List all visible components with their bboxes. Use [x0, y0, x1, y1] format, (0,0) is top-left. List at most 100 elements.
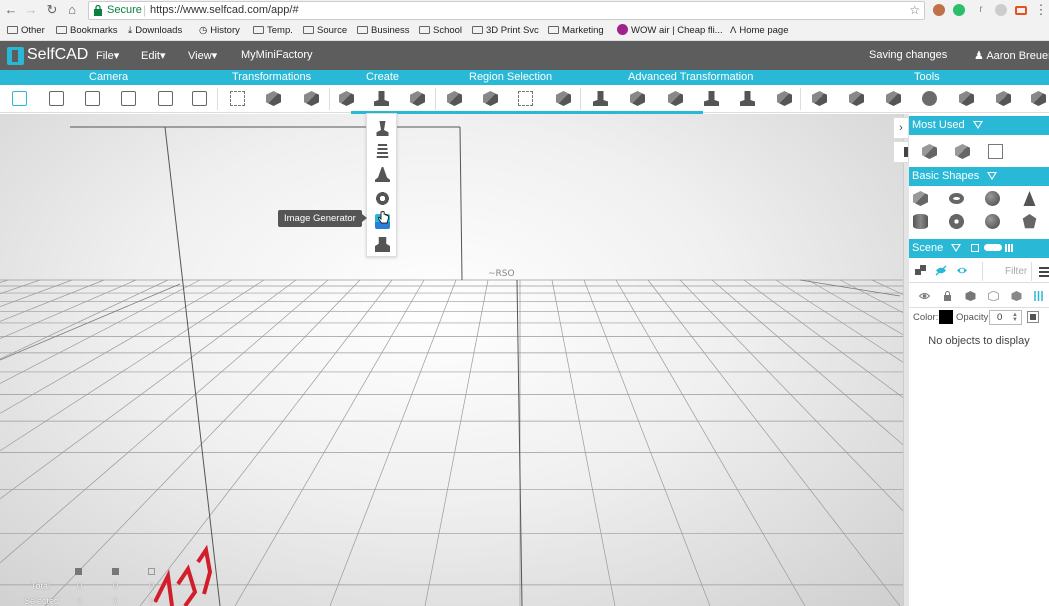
lock-icon[interactable] — [942, 291, 953, 301]
profile-generator-icon[interactable] — [375, 167, 390, 182]
extension-gray-icon[interactable] — [995, 4, 1007, 16]
torus-shape-icon[interactable] — [949, 193, 964, 204]
most-used-header[interactable]: Most Used — [909, 116, 1049, 135]
camera-zoom-icon[interactable] — [49, 91, 64, 106]
camera-reset-icon[interactable] — [12, 91, 27, 106]
shaded-view-icon[interactable] — [1011, 291, 1022, 301]
bookmark-wow-air[interactable]: WOW air | Cheap fli... — [617, 24, 723, 38]
camera-fit-icon[interactable] — [192, 91, 207, 106]
sphere-shape-icon[interactable] — [985, 191, 1000, 206]
forward-icon[interactable]: → — [23, 2, 39, 18]
address-bar[interactable]: Secure | https://www.selfcad.com/app/# ☆ — [88, 1, 925, 20]
scene-slider-icon[interactable] — [984, 244, 1003, 251]
create-shape-icon[interactable] — [339, 91, 354, 106]
extension-r-icon[interactable]: r — [975, 4, 987, 16]
bookmark-history[interactable]: ◷ History — [199, 24, 240, 38]
category-transformations[interactable]: Transformations — [232, 71, 311, 83]
scene-checkbox-icon[interactable] — [971, 244, 980, 252]
eye-icon[interactable] — [956, 265, 968, 276]
text-generator-icon[interactable] — [375, 237, 390, 252]
cone-shape-icon[interactable] — [1023, 191, 1036, 206]
gear-shape-icon[interactable] — [949, 214, 964, 229]
view-eye-icon[interactable] — [919, 291, 930, 301]
bookmark-3d-print-svc[interactable]: 3D Print Svc — [472, 24, 539, 38]
group-icon[interactable] — [915, 265, 927, 276]
geosphere-shape-icon[interactable] — [985, 214, 1000, 229]
scene-header[interactable]: Scene — [909, 239, 1049, 258]
home-icon[interactable]: ⌂ — [64, 2, 80, 18]
menu-edit[interactable]: Edit▾ — [141, 49, 166, 62]
most-used-cube-icon[interactable] — [922, 144, 937, 159]
visibility-toggle-icon[interactable] — [935, 265, 947, 276]
create-generator-icon[interactable] — [374, 91, 389, 106]
camera-orbit-icon[interactable] — [158, 91, 173, 106]
move-icon[interactable] — [230, 91, 245, 106]
twist-icon[interactable] — [704, 91, 719, 106]
bookmark-source[interactable]: Source — [303, 24, 347, 38]
spiral-generator-icon[interactable] — [376, 144, 389, 159]
tube-generator-icon[interactable] — [375, 191, 390, 206]
category-region-selection[interactable]: Region Selection — [469, 71, 552, 83]
scene-grid-icon[interactable] — [1005, 244, 1014, 252]
reload-icon[interactable]: ↻ — [44, 2, 60, 18]
url-text[interactable]: https://www.selfcad.com/app/# — [150, 4, 299, 16]
create-solid-icon[interactable] — [410, 91, 425, 106]
bookmark-other[interactable]: Other — [7, 24, 45, 38]
extension-icon[interactable] — [933, 4, 945, 16]
stitch-icon[interactable] — [812, 91, 827, 106]
select-face-icon[interactable] — [483, 91, 498, 106]
select-edge-icon[interactable] — [518, 91, 533, 106]
repair-icon[interactable] — [1031, 91, 1046, 106]
bookmark-home-page[interactable]: Λ Home page — [730, 24, 788, 38]
user-menu[interactable]: ♟ Aaron Breuer — [974, 49, 1049, 62]
color-swatch[interactable] — [939, 310, 953, 324]
boolean-icon[interactable] — [959, 91, 974, 106]
rotation-generator-icon[interactable] — [376, 121, 389, 136]
panel-handle-icon[interactable] — [893, 141, 909, 163]
camera-pan-icon[interactable] — [85, 91, 100, 106]
extension-orange-icon[interactable] — [1015, 6, 1027, 15]
grammarly-icon[interactable] — [953, 4, 965, 16]
cube-shape-icon[interactable] — [913, 191, 928, 206]
rotate-object-icon[interactable] — [266, 91, 281, 106]
category-advanced-transformation[interactable]: Advanced Transformation — [628, 71, 753, 83]
back-icon[interactable]: ← — [3, 2, 19, 18]
apply-opacity-button[interactable] — [1027, 311, 1039, 323]
most-used-object-icon[interactable] — [955, 144, 970, 159]
solid-view-icon[interactable] — [965, 291, 976, 301]
bookmark-downloads[interactable]: ⤓ Downloads — [128, 24, 182, 38]
basic-shapes-header[interactable]: Basic Shapes — [909, 167, 1049, 186]
bookmark-temp[interactable]: Temp. — [253, 24, 293, 38]
slice-icon[interactable] — [849, 91, 864, 106]
bookmark-business[interactable]: Business — [357, 24, 410, 38]
menu-myminifactory[interactable]: MyMiniFactory — [241, 49, 313, 61]
menu-file[interactable]: File▾ — [96, 49, 119, 62]
opacity-input[interactable]: 0 ▲ ▼ — [989, 310, 1022, 325]
browser-menu-icon[interactable]: ⋮ — [1033, 2, 1049, 18]
mirror-icon[interactable] — [886, 91, 901, 106]
icosahedron-shape-icon[interactable] — [1022, 214, 1037, 229]
bevel-icon[interactable] — [630, 91, 645, 106]
bookmark-bookmarks[interactable]: Bookmarks — [56, 24, 118, 38]
spinner-icon[interactable]: ▲ ▼ — [1012, 312, 1018, 323]
most-used-image-icon[interactable] — [988, 144, 1003, 159]
scale-icon[interactable] — [304, 91, 319, 106]
bend-icon[interactable] — [740, 91, 755, 106]
category-tools[interactable]: Tools — [914, 71, 940, 83]
filter-menu-icon[interactable] — [1039, 267, 1049, 277]
extrude-icon[interactable] — [593, 91, 608, 106]
shell-icon[interactable] — [777, 91, 792, 106]
taper-icon[interactable] — [668, 91, 683, 106]
bookmark-star-icon[interactable]: ☆ — [909, 3, 920, 17]
select-vertex-icon[interactable] — [556, 91, 571, 106]
category-camera[interactable]: Camera — [89, 71, 128, 83]
bookmark-marketing[interactable]: Marketing — [548, 24, 604, 38]
bookmark-school[interactable]: School — [419, 24, 462, 38]
measure-icon[interactable] — [996, 91, 1011, 106]
column-settings-icon[interactable] — [1033, 291, 1044, 301]
select-object-icon[interactable] — [447, 91, 462, 106]
sphere-tool-icon[interactable] — [922, 91, 937, 106]
camera-rotate-icon[interactable] — [121, 91, 136, 106]
collapse-panel-chevron-right-icon[interactable]: › — [893, 117, 909, 139]
filter-input[interactable]: Filter — [982, 262, 1032, 281]
